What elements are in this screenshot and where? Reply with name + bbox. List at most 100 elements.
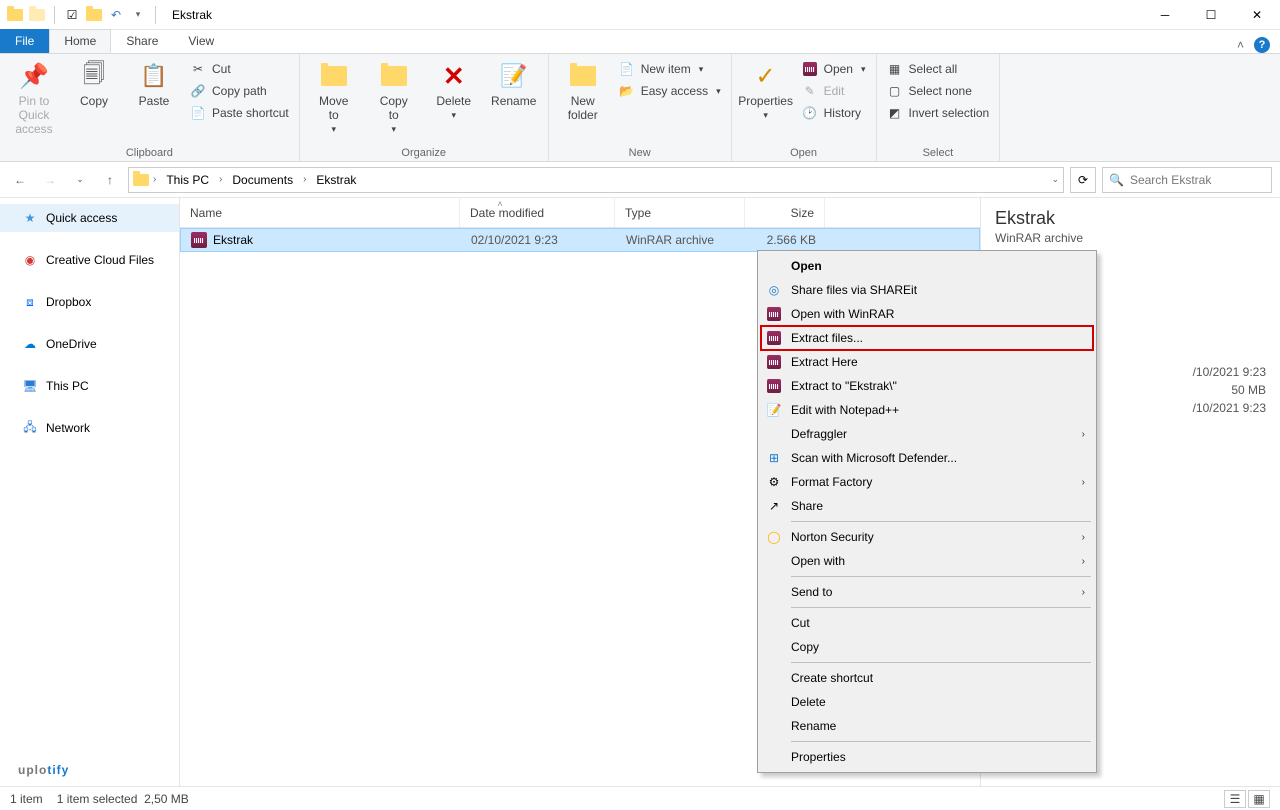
details-subtitle: WinRAR archive xyxy=(995,231,1266,245)
context-send-to[interactable]: Send to› xyxy=(761,580,1093,604)
chevron-right-icon[interactable]: › xyxy=(151,174,158,185)
help-icon[interactable]: ? xyxy=(1254,37,1270,53)
sidebar-item-onedrive[interactable]: ☁OneDrive xyxy=(0,330,179,358)
column-size[interactable]: Size xyxy=(745,198,825,227)
move-to-button[interactable]: Move to▾ xyxy=(306,56,362,135)
network-icon: 🖧 xyxy=(22,420,38,436)
qat-dropdown-icon[interactable]: ▾ xyxy=(129,6,147,24)
sidebar-item-thispc[interactable]: 🖥This PC xyxy=(0,372,179,400)
separator xyxy=(791,521,1091,522)
context-open-with[interactable]: Open with› xyxy=(761,549,1093,573)
open-icon xyxy=(802,61,818,77)
up-button[interactable]: ↑ xyxy=(98,168,122,192)
context-rename[interactable]: Rename xyxy=(761,714,1093,738)
context-copy[interactable]: Copy xyxy=(761,635,1093,659)
address-bar-row: ← → ⌄ ↑ › This PC › Documents › Ekstrak … xyxy=(0,162,1280,198)
tab-share[interactable]: Share xyxy=(111,29,173,53)
tab-view[interactable]: View xyxy=(173,29,229,53)
context-defraggler[interactable]: Defraggler› xyxy=(761,422,1093,446)
edit-button[interactable]: ✎Edit xyxy=(798,82,870,100)
context-cut[interactable]: Cut xyxy=(761,611,1093,635)
search-input[interactable]: 🔍 Search Ekstrak xyxy=(1102,167,1272,193)
forward-button[interactable]: → xyxy=(38,168,62,192)
folder-icon xyxy=(133,174,149,186)
maximize-button[interactable]: ☐ xyxy=(1188,0,1234,30)
status-item-count: 1 item xyxy=(10,792,43,806)
sidebar-item-dropbox[interactable]: ⧈Dropbox xyxy=(0,288,179,316)
collapse-ribbon-icon[interactable]: ˄ xyxy=(1237,38,1244,52)
context-norton[interactable]: ◯Norton Security› xyxy=(761,525,1093,549)
recent-dropdown[interactable]: ⌄ xyxy=(68,168,92,192)
new-item-button[interactable]: 📄New item▾ xyxy=(615,60,725,78)
properties-icon: ✓ xyxy=(750,60,782,92)
history-button[interactable]: 🕑History xyxy=(798,104,870,122)
view-large-button[interactable]: ▦ xyxy=(1248,790,1270,808)
table-row[interactable]: Ekstrak 02/10/2021 9:23 WinRAR archive 2… xyxy=(180,228,980,252)
copy-to-button[interactable]: Copy to▾ xyxy=(366,56,422,135)
column-date[interactable]: Date modified xyxy=(460,198,615,227)
easy-access-button[interactable]: 📂Easy access▾ xyxy=(615,82,725,100)
context-open[interactable]: Open xyxy=(761,254,1093,278)
column-headers[interactable]: Name Date modified Type Size xyxy=(180,198,980,228)
view-details-button[interactable]: ☰ xyxy=(1224,790,1246,808)
crumb-this-pc[interactable]: This PC xyxy=(160,171,215,189)
context-properties[interactable]: Properties xyxy=(761,745,1093,769)
separator xyxy=(791,662,1091,663)
open-button[interactable]: Open▾ xyxy=(798,60,870,78)
edit-icon: ✎ xyxy=(802,83,818,99)
context-create-shortcut[interactable]: Create shortcut xyxy=(761,666,1093,690)
context-delete[interactable]: Delete xyxy=(761,690,1093,714)
group-label-organize: Organize xyxy=(306,145,542,161)
shareit-icon: ◎ xyxy=(765,281,783,299)
paste-button[interactable]: 📋 Paste xyxy=(126,56,182,108)
sidebar-item-creative-cloud[interactable]: ◉Creative Cloud Files xyxy=(0,246,179,274)
context-extract-files[interactable]: Extract files... xyxy=(761,326,1093,350)
back-button[interactable]: ← xyxy=(8,168,32,192)
paste-shortcut-button[interactable]: 📄Paste shortcut xyxy=(186,104,293,122)
context-shareit[interactable]: ◎Share files via SHAREit xyxy=(761,278,1093,302)
paste-icon: 📋 xyxy=(138,60,170,92)
crumb-documents[interactable]: Documents xyxy=(226,171,299,189)
refresh-button[interactable]: ⟳ xyxy=(1070,167,1096,193)
tab-file[interactable]: File xyxy=(0,29,49,53)
undo-icon[interactable]: ↶ xyxy=(107,6,125,24)
chevron-down-icon[interactable]: ⌄ xyxy=(1051,174,1059,185)
context-defender[interactable]: ⊞Scan with Microsoft Defender... xyxy=(761,446,1093,470)
chevron-right-icon[interactable]: › xyxy=(217,174,224,185)
close-button[interactable]: ✕ xyxy=(1234,0,1280,30)
column-type[interactable]: Type xyxy=(615,198,745,227)
copy-button[interactable]: 🗐 Copy xyxy=(66,56,122,108)
properties-button[interactable]: ✓Properties▾ xyxy=(738,56,794,121)
context-open-winrar[interactable]: Open with WinRAR xyxy=(761,302,1093,326)
qat-properties-icon[interactable]: ☑ xyxy=(63,6,81,24)
context-extract-here[interactable]: Extract Here xyxy=(761,350,1093,374)
context-format-factory[interactable]: ⚙Format Factory› xyxy=(761,470,1093,494)
column-name[interactable]: Name xyxy=(180,198,460,227)
sidebar-item-network[interactable]: 🖧Network xyxy=(0,414,179,442)
rename-button[interactable]: 📝Rename xyxy=(486,56,542,108)
cut-button[interactable]: ✂Cut xyxy=(186,60,293,78)
delete-button[interactable]: ✕Delete▾ xyxy=(426,56,482,121)
context-share[interactable]: ↗Share xyxy=(761,494,1093,518)
new-folder-button[interactable]: New folder xyxy=(555,56,611,122)
crumb-ekstrak[interactable]: Ekstrak xyxy=(310,171,362,189)
copy-icon: 🗐 xyxy=(78,60,110,92)
invert-selection-button[interactable]: ◩Invert selection xyxy=(883,104,994,122)
status-selected: 1 item selected xyxy=(57,792,138,806)
select-all-button[interactable]: ▦Select all xyxy=(883,60,994,78)
folder-icon[interactable] xyxy=(85,6,103,24)
select-none-button[interactable]: ▢Select none xyxy=(883,82,994,100)
scissors-icon: ✂ xyxy=(190,61,206,77)
new-folder-icon xyxy=(567,60,599,92)
context-notepad[interactable]: 📝Edit with Notepad++ xyxy=(761,398,1093,422)
tab-home[interactable]: Home xyxy=(49,29,111,53)
minimize-button[interactable]: ─ xyxy=(1142,0,1188,30)
pin-icon: 📌 xyxy=(18,60,50,92)
copy-path-button[interactable]: 🔗Copy path xyxy=(186,82,293,100)
sidebar-item-quick-access[interactable]: ★Quick access xyxy=(0,204,179,232)
pin-quick-access-button[interactable]: 📌 Pin to Quick access xyxy=(6,56,62,136)
breadcrumb[interactable]: › This PC › Documents › Ekstrak ⌄ xyxy=(128,167,1064,193)
chevron-right-icon[interactable]: › xyxy=(301,174,308,185)
context-extract-to[interactable]: Extract to "Ekstrak\" xyxy=(761,374,1093,398)
shortcut-icon: 📄 xyxy=(190,105,206,121)
